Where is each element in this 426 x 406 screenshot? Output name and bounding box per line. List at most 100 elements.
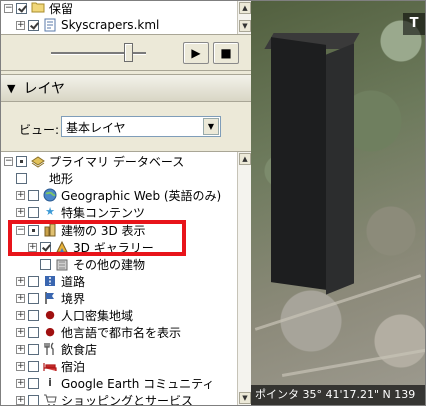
play-button[interactable]: ▶ [183, 42, 209, 64]
tree-item-label: 地形 [49, 171, 74, 186]
bed-icon [43, 359, 57, 373]
layers-title: レイヤ [23, 81, 66, 97]
collapse-toggle[interactable]: − [16, 225, 25, 235]
places-panel: − 保留 + Skyscrapers.kml ▲ ▼ [1, 1, 251, 35]
tour-controls: ▶ ■ [1, 35, 251, 71]
checkbox[interactable] [28, 189, 39, 201]
building-3d-front [271, 37, 326, 290]
tree-item-label: 3D ギャラリー [73, 240, 154, 255]
view-select[interactable]: 基本レイヤ ▼ [61, 116, 221, 137]
scroll-down-arrow-icon[interactable]: ▼ [239, 392, 251, 404]
dot-icon: ● [45, 308, 55, 321]
places-scrollbar[interactable]: ▲ ▼ [237, 1, 251, 34]
building-3d-side [326, 43, 354, 295]
checkbox[interactable] [16, 172, 27, 184]
tree-item-label: その他の建物 [73, 257, 146, 272]
stop-button[interactable]: ■ [213, 42, 239, 64]
tree-item-shopping-services[interactable]: + ショッピングとサービス [16, 391, 193, 405]
checkbox[interactable] [40, 258, 51, 270]
dot-icon: ● [45, 325, 55, 338]
tour-speed-slider-thumb[interactable] [124, 43, 133, 62]
tree-item-primary-database[interactable]: − プライマリ データベース [4, 152, 184, 170]
tree-item-geographic-web[interactable]: + Geographic Web (英語のみ) [16, 186, 221, 204]
checkbox[interactable] [28, 292, 39, 304]
tree-item-label: 特集コンテンツ [61, 205, 146, 220]
places-item-label: Skyscrapers.kml [61, 18, 160, 32]
expand-toggle[interactable]: + [28, 242, 37, 252]
play-icon: ▶ [191, 46, 201, 60]
pointer-coordinates-status: ポインタ 35° 41'17.21" N 139 [251, 385, 425, 405]
checkbox[interactable] [16, 155, 27, 167]
folder-icon [31, 1, 45, 15]
info-icon: i [48, 376, 52, 389]
tree-item-borders[interactable]: + 境界 [16, 289, 85, 307]
places-item-skyscrapers[interactable]: + Skyscrapers.kml [16, 16, 159, 34]
tree-item-google-earth-community[interactable]: + i Google Earth コミュニティ [16, 374, 214, 392]
building-gray-icon [55, 257, 69, 271]
database-icon [31, 154, 45, 168]
road-icon [43, 274, 57, 288]
chevron-down-icon[interactable]: ▼ [203, 118, 219, 135]
scroll-up-arrow-icon[interactable]: ▲ [239, 2, 251, 14]
checkbox[interactable] [28, 224, 39, 236]
gallery-icon [55, 240, 69, 254]
tree-item-dining[interactable]: + 飲食店 [16, 340, 97, 358]
expand-toggle[interactable]: + [16, 395, 25, 405]
expand-toggle[interactable]: + [16, 293, 25, 303]
tree-item-3d-gallery[interactable]: + 3D ギャラリー [28, 238, 154, 256]
expand-toggle[interactable]: + [16, 310, 25, 320]
tree-item-label: 宿泊 [61, 359, 86, 374]
expand-toggle[interactable]: + [16, 344, 25, 354]
checkbox[interactable] [28, 275, 39, 287]
expand-toggle[interactable]: + [16, 327, 25, 337]
tree-item-alternate-city-names[interactable]: + ● 他言語で都市名を表示 [16, 323, 181, 341]
tree-item-label: 人口密集地域 [61, 308, 134, 323]
collapse-toggle[interactable]: − [4, 3, 13, 13]
collapse-triangle-icon: ▼ [7, 81, 16, 95]
checkbox[interactable] [16, 2, 27, 14]
cart-icon [43, 393, 57, 405]
tree-item-label: 道路 [61, 274, 86, 289]
tree-item-label: プライマリ データベース [49, 154, 185, 169]
checkbox[interactable] [28, 343, 39, 355]
tree-item-populated-places[interactable]: + ● 人口密集地域 [16, 306, 133, 324]
tree-item-label: 他言語で都市名を表示 [61, 325, 182, 340]
checkbox[interactable] [28, 394, 39, 405]
expand-toggle[interactable]: + [16, 190, 25, 200]
expand-toggle[interactable]: + [16, 207, 25, 217]
layers-panel-header[interactable]: ▼ レイヤ [1, 74, 251, 102]
checkbox[interactable] [28, 326, 39, 338]
view-select-value: 基本レイヤ [66, 121, 126, 135]
expand-toggle[interactable]: + [16, 20, 25, 30]
tree-item-roads[interactable]: + 道路 [16, 272, 85, 290]
expand-toggle[interactable]: + [16, 361, 25, 371]
checkbox[interactable] [28, 19, 39, 31]
layers-tree: − プライマリ データベース 地形 + Geographic Web (英語のみ… [1, 151, 251, 405]
scroll-down-arrow-icon[interactable]: ▼ [239, 20, 251, 32]
tree-item-lodging[interactable]: + 宿泊 [16, 357, 85, 375]
scroll-up-arrow-icon[interactable]: ▲ [239, 153, 251, 165]
expand-toggle[interactable]: + [16, 276, 25, 286]
stop-icon: ■ [220, 46, 232, 60]
tree-item-terrain[interactable]: 地形 [16, 169, 73, 187]
places-item-label: 保留 [49, 1, 74, 16]
terrain-icon [31, 171, 45, 185]
tree-item-3d-buildings[interactable]: − 建物の 3D 表示 [16, 221, 146, 239]
map-view[interactable]: T ポインタ 35° 41'17.21" N 139 [251, 1, 425, 405]
places-item-hold[interactable]: − 保留 [4, 1, 73, 17]
star-icon: ★ [45, 205, 55, 218]
kml-file-icon [43, 18, 57, 32]
collapse-toggle[interactable]: − [4, 156, 13, 166]
tree-item-other-buildings[interactable]: その他の建物 [40, 255, 145, 273]
checkbox[interactable] [28, 309, 39, 321]
checkbox[interactable] [28, 377, 39, 389]
expand-toggle[interactable]: + [16, 378, 25, 388]
layers-scrollbar[interactable]: ▲ ▼ [237, 152, 251, 405]
map-navigation-label[interactable]: T [403, 13, 425, 35]
checkbox[interactable] [28, 206, 39, 218]
globe-icon [43, 188, 57, 202]
checkbox[interactable] [28, 360, 39, 372]
checkbox[interactable] [40, 241, 51, 253]
view-label: ビュー: [19, 123, 60, 137]
tree-item-featured-content[interactable]: + ★ 特集コンテンツ [16, 203, 145, 221]
